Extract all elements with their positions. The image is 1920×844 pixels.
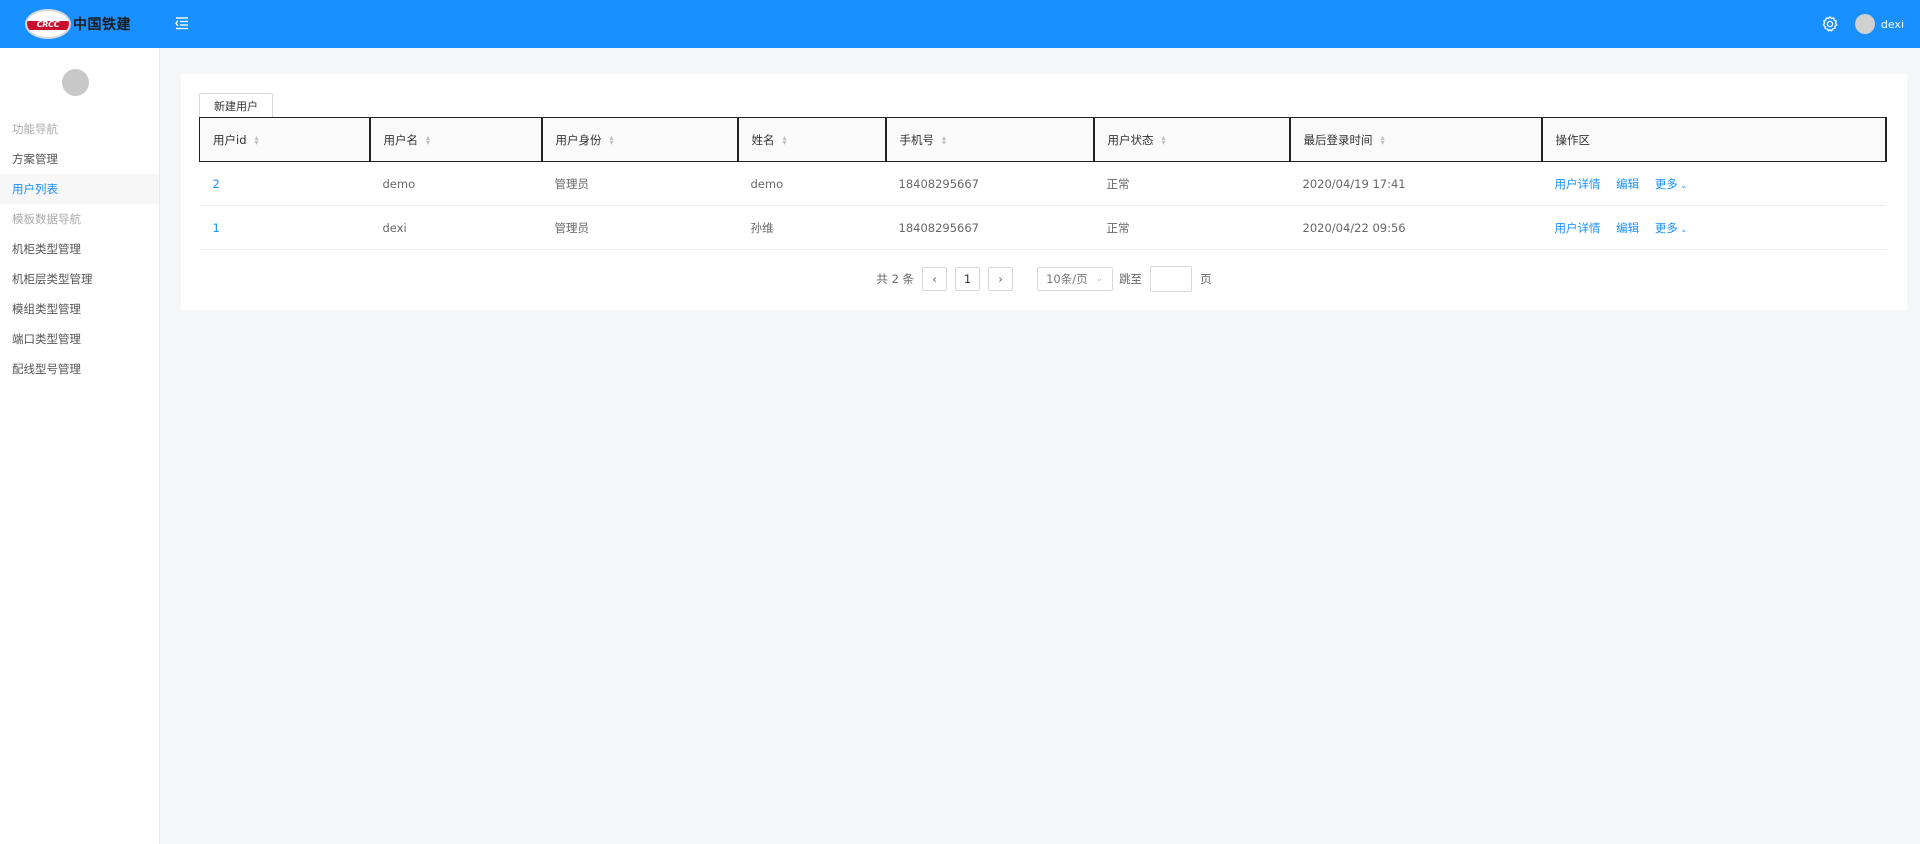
sidebar-item-cabinet-type[interactable]: 机柜类型管理 — [0, 234, 159, 264]
cell-last-login: 2020/04/19 17:41 — [1289, 161, 1542, 206]
table-header-row: 用户id ▴ ▾ 用户名 ▴ ▾ 用户身份 ▴ ▾ 姓名 ▴ ▾ 手机号 ▴ ▾ 用户状态 ▴ ▾ 最后… — [199, 117, 1887, 162]
cell-role: 管理员 — [541, 161, 738, 206]
crcc-emblem-icon: CRCC — [25, 9, 71, 39]
chevron-down-icon: ⌄ — [1677, 180, 1688, 190]
gear-icon[interactable] — [1821, 15, 1839, 33]
user-detail-link[interactable]: 用户详情 — [1555, 221, 1601, 235]
cell-status: 正常 — [1093, 161, 1290, 206]
jump-suffix: 页 — [1200, 272, 1212, 286]
table-row: 1 dexi 管理员 孙维 18408295667 正常 2020/04/22 … — [199, 205, 1886, 250]
cell-name: demo — [737, 161, 886, 206]
sort-icon[interactable]: ▴ ▾ — [255, 134, 259, 147]
cell-user-id[interactable]: 1 — [199, 205, 370, 250]
emblem-text: CRCC — [36, 19, 60, 29]
more-dropdown[interactable]: 更多 ⌄ — [1655, 221, 1687, 235]
chevron-left-icon: ‹ — [932, 272, 937, 286]
cell-role: 管理员 — [541, 205, 738, 250]
sidebar-item-module-type[interactable]: 模组类型管理 — [0, 294, 159, 324]
menu-fold-icon[interactable] — [174, 15, 190, 31]
sort-icon[interactable]: ▴ ▾ — [426, 134, 430, 147]
cell-status: 正常 — [1093, 205, 1290, 250]
new-user-button[interactable]: 新建用户 — [199, 93, 273, 117]
next-page-button[interactable]: › — [988, 267, 1014, 291]
chevron-right-icon: › — [998, 272, 1003, 286]
sidebar-item-cable-model[interactable]: 配线型号管理 — [0, 354, 159, 384]
page-size-select[interactable]: 10条/页 ⌄ — [1037, 267, 1114, 291]
cell-phone: 18408295667 — [885, 205, 1094, 250]
sidebar-item-user-list[interactable]: 用户列表 — [0, 174, 159, 204]
sort-icon[interactable]: ▴ ▾ — [783, 134, 787, 147]
brand-logo[interactable]: CRCC 中国铁建 — [25, 9, 131, 39]
sidebar-item-cabinet-layer-type[interactable]: 机柜层类型管理 — [0, 264, 159, 294]
jump-label: 跳至 — [1119, 272, 1143, 286]
sidebar-item-plan-management[interactable]: 方案管理 — [0, 144, 159, 174]
cell-username: dexi — [369, 205, 542, 250]
cell-actions: 用户详情 编辑 更多 ⌄ — [1541, 161, 1886, 206]
page-size-value: 10条/页 — [1046, 272, 1088, 286]
avatar — [1854, 14, 1875, 34]
column-header-user-id[interactable]: 用户id ▴ ▾ — [199, 117, 371, 162]
column-header-name[interactable]: 姓名 ▴ ▾ — [737, 117, 887, 162]
cell-name: 孙维 — [737, 205, 886, 250]
cell-actions: 用户详情 编辑 更多 ⌄ — [1541, 205, 1886, 250]
column-header-phone[interactable]: 手机号 ▴ ▾ — [885, 117, 1095, 162]
sidebar-item-port-type[interactable]: 端口类型管理 — [0, 324, 159, 354]
column-header-actions: 操作区 — [1541, 117, 1887, 162]
pagination-total: 共 2 条 — [876, 272, 915, 286]
brand-name: 中国铁建 — [73, 17, 131, 33]
edit-link[interactable]: 编辑 — [1616, 177, 1639, 191]
user-detail-link[interactable]: 用户详情 — [1555, 177, 1601, 191]
chevron-down-icon: ⌄ — [1095, 274, 1104, 284]
sort-icon[interactable]: ▴ ▾ — [610, 134, 614, 147]
sidebar-group-template-nav: 模板数据导航 — [12, 212, 81, 226]
chevron-down-icon: ⌄ — [1677, 224, 1688, 234]
sort-icon[interactable]: ▴ ▾ — [942, 134, 946, 147]
sort-icon[interactable]: ▴ ▾ — [1381, 134, 1385, 147]
prev-page-button[interactable]: ‹ — [922, 267, 948, 291]
user-menu[interactable]: dexi — [1854, 14, 1904, 34]
cell-user-id[interactable]: 2 — [199, 161, 370, 206]
edit-link[interactable]: 编辑 — [1616, 221, 1639, 235]
user-list-card: 新建用户 用户id ▴ ▾ 用户名 ▴ ▾ 用户身份 ▴ ▾ 姓名 ▴ ▾ 手机号 ▴ ▾ 用户状态… — [181, 74, 1907, 310]
pagination: 共 2 条 ‹ 1 › 10条/页 ⌄ 跳至 页 — [181, 266, 1907, 292]
page-number-button[interactable]: 1 — [955, 267, 981, 291]
sidebar-avatar — [62, 69, 89, 96]
sort-icon[interactable]: ▴ ▾ — [1162, 134, 1166, 147]
more-dropdown[interactable]: 更多 ⌄ — [1655, 177, 1687, 191]
cell-username: demo — [369, 161, 542, 206]
column-header-role[interactable]: 用户身份 ▴ ▾ — [541, 117, 739, 162]
top-header: CRCC 中国铁建 dexi — [0, 0, 1920, 48]
user-table: 用户id ▴ ▾ 用户名 ▴ ▾ 用户身份 ▴ ▾ 姓名 ▴ ▾ 手机号 ▴ ▾ 用户状态 ▴ ▾ 最后… — [199, 117, 1887, 250]
cell-last-login: 2020/04/22 09:56 — [1289, 205, 1542, 250]
column-header-username[interactable]: 用户名 ▴ ▾ — [369, 117, 543, 162]
column-header-last-login[interactable]: 最后登录时间 ▴ ▾ — [1289, 117, 1543, 162]
sidebar-group-function-nav: 功能导航 — [12, 122, 58, 136]
cell-phone: 18408295667 — [885, 161, 1094, 206]
username: dexi — [1880, 17, 1904, 31]
sidebar: 功能导航 方案管理 用户列表 模板数据导航 机柜类型管理 机柜层类型管理 模组类… — [0, 48, 160, 844]
column-header-status[interactable]: 用户状态 ▴ ▾ — [1093, 117, 1291, 162]
jump-page-input[interactable] — [1150, 266, 1193, 292]
table-row: 2 demo 管理员 demo 18408295667 正常 2020/04/1… — [199, 161, 1886, 206]
